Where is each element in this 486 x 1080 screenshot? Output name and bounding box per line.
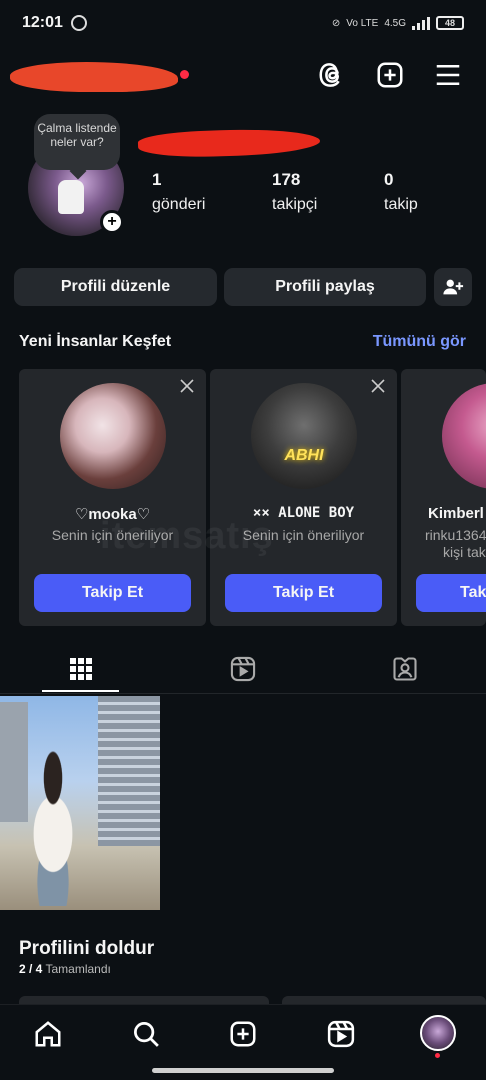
menu-icon[interactable]	[433, 60, 463, 90]
home-icon[interactable]	[33, 1019, 63, 1049]
status-bar: 12:01 ⊘ Vo LTE 4.5G 48	[0, 0, 486, 46]
close-icon[interactable]	[180, 379, 194, 393]
suggestion-avatar	[60, 383, 166, 489]
following-label: takip	[384, 196, 418, 213]
progress-label: Tamamlandı	[45, 962, 111, 976]
tab-grid[interactable]	[0, 645, 162, 693]
post-building-right	[98, 696, 160, 846]
post-thumbnail[interactable]	[0, 696, 160, 910]
add-story-icon[interactable]: +	[100, 210, 124, 234]
followers-label: takipçi	[272, 196, 318, 213]
discover-people-button[interactable]	[434, 268, 472, 306]
grid-icon	[70, 658, 92, 680]
whatsapp-icon	[70, 15, 87, 31]
tagged-icon	[393, 657, 417, 681]
complete-profile-progress: 2 / 4 Tamamlandı	[19, 962, 111, 976]
username-redacted[interactable]	[10, 62, 178, 92]
suggestion-subtitle: rinku1364	[425, 527, 486, 543]
volte-badge: Vo LTE	[346, 17, 379, 29]
stat-posts[interactable]: 1 gönderi	[152, 170, 205, 214]
following-count: 0	[384, 170, 394, 189]
add-person-icon	[443, 279, 464, 295]
post-person	[8, 746, 98, 906]
create-icon[interactable]	[228, 1019, 258, 1049]
suggestion-avatar: ABHI	[251, 383, 357, 489]
edit-profile-button[interactable]: Profili düzenle	[14, 268, 217, 306]
suggestion-subtitle-2: kişi tak	[443, 544, 486, 560]
suggestion-card[interactable]: ABHI ×× ALONE BOY Senin için öneriliyor …	[210, 369, 397, 626]
watermark: itemsatış	[100, 515, 274, 557]
close-icon[interactable]	[371, 379, 385, 393]
active-tab-indicator	[42, 690, 119, 692]
tab-divider	[0, 693, 486, 694]
followers-count: 178	[272, 170, 301, 189]
suggestion-name: Kimberl	[428, 505, 484, 522]
suggestion-card[interactable]: ♡mooka♡ Senin için öneriliyor Takip Et	[19, 369, 206, 626]
display-name-redacted	[137, 126, 321, 160]
progress-count: 2 / 4	[19, 962, 43, 976]
battery-icon: 48	[436, 16, 464, 30]
complete-profile-title: Profilini doldur	[19, 938, 155, 959]
signal-icon	[412, 16, 430, 30]
follow-button[interactable]: Takip Et	[225, 574, 382, 612]
see-all-link[interactable]: Tümünü gör	[373, 333, 466, 351]
status-time: 12:01	[22, 14, 63, 31]
posts-count: 1	[152, 170, 162, 189]
network-type: 4.5G	[384, 17, 406, 29]
follow-button[interactable]: Takip Et	[34, 574, 191, 612]
share-profile-button[interactable]: Profili paylaş	[224, 268, 426, 306]
threads-icon[interactable]	[317, 60, 347, 90]
tab-tagged[interactable]	[324, 645, 486, 693]
note-bubble[interactable]: Çalma listende neler var?	[34, 114, 120, 170]
reels-icon[interactable]	[326, 1019, 356, 1049]
suggestion-avatar	[442, 383, 486, 489]
mute-icon: ⊘	[331, 17, 341, 29]
reels-icon	[230, 656, 256, 682]
profile-header	[0, 54, 486, 98]
search-icon[interactable]	[131, 1019, 161, 1049]
stat-followers[interactable]: 178 takipçi	[272, 170, 317, 214]
profile-avatar-nav[interactable]	[420, 1015, 456, 1051]
stat-following[interactable]: 0 takip	[384, 170, 418, 214]
new-post-icon[interactable]	[375, 60, 405, 90]
tab-reels[interactable]	[162, 645, 324, 693]
posts-label: gönderi	[152, 196, 206, 213]
follow-button[interactable]: Tak	[416, 574, 486, 612]
avatar-caption: ABHI	[284, 447, 324, 464]
discover-title: Yeni İnsanlar Keşfet	[19, 333, 172, 350]
notification-dot	[435, 1053, 440, 1058]
suggestion-card[interactable]: Kimberl rinku1364 kişi tak Tak	[401, 369, 486, 626]
home-indicator[interactable]	[152, 1068, 334, 1073]
notification-dot	[180, 70, 189, 79]
